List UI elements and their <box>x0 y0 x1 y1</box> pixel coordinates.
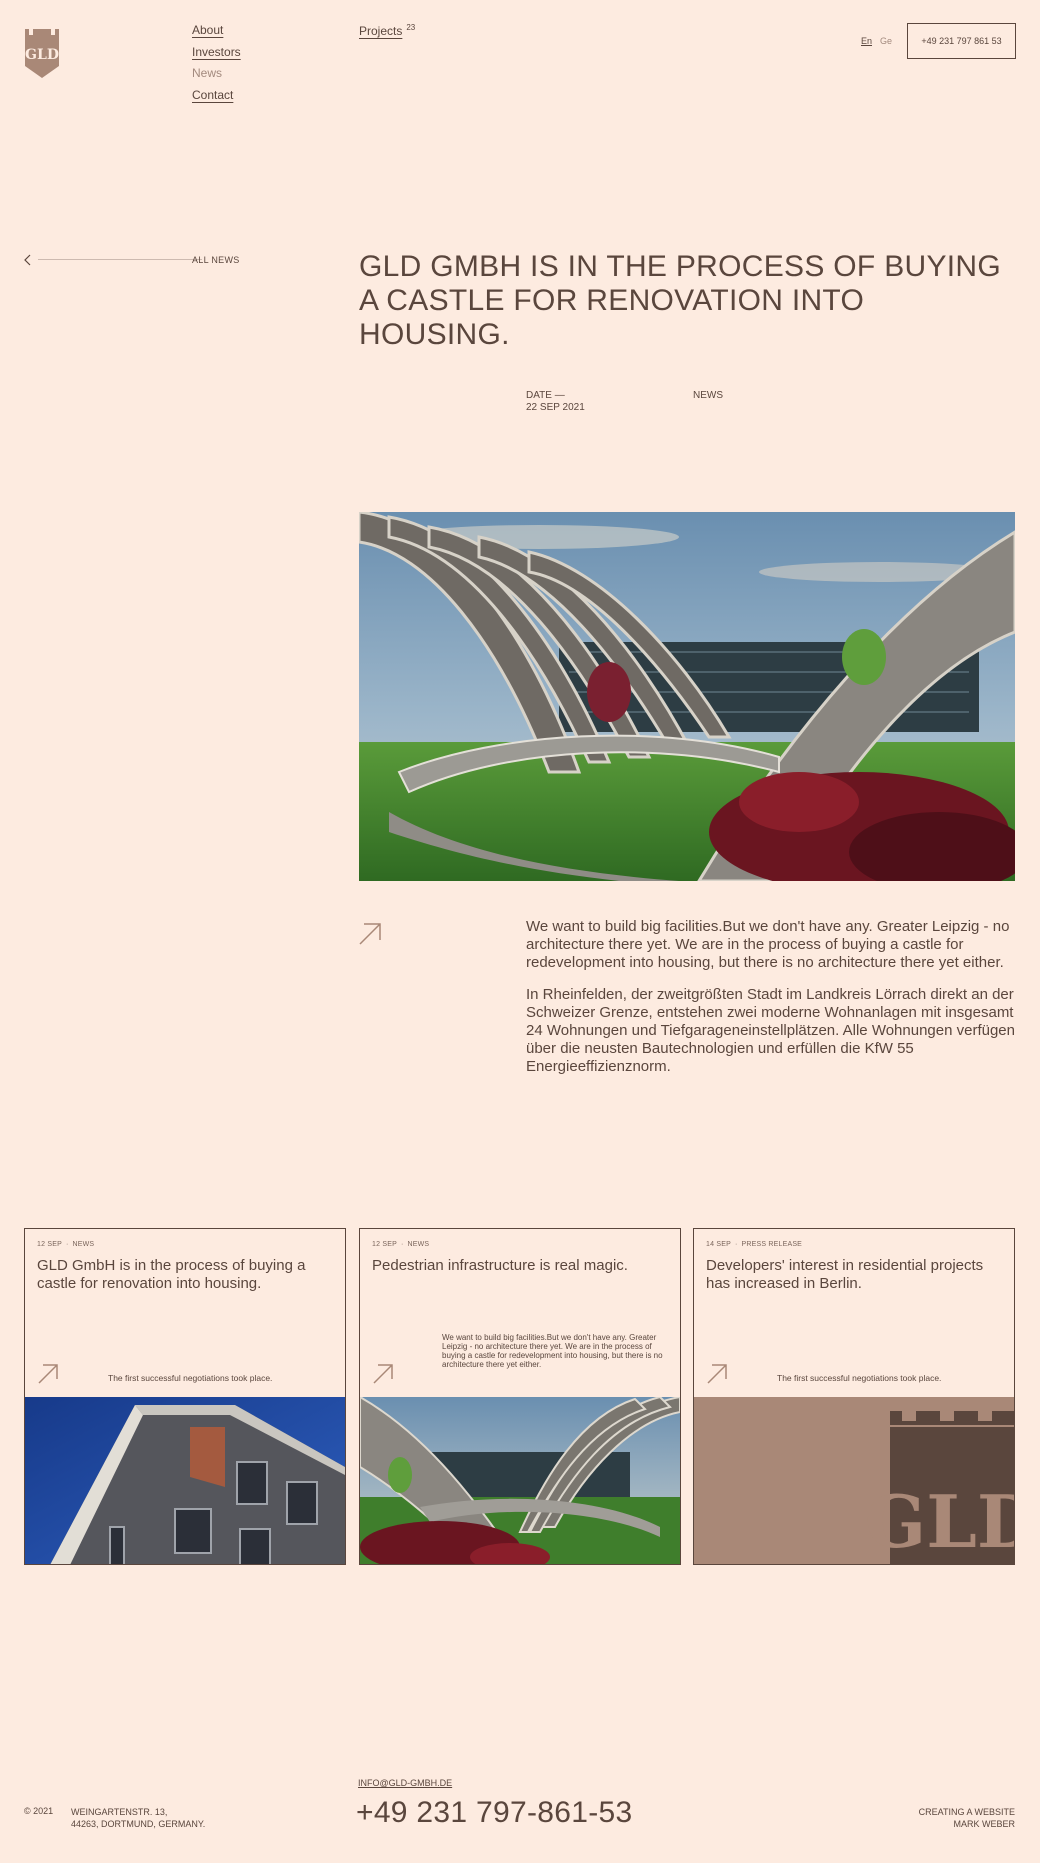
arrow-up-right-icon <box>373 1364 393 1384</box>
card-title: GLD GmbH is in the process of buying a c… <box>37 1257 306 1292</box>
nav-investors[interactable]: Investors <box>192 45 241 61</box>
article-title: GLD GMBH IS IN THE PROCESS OF BUYING A C… <box>359 250 1002 351</box>
card-date: 12 SEP <box>37 1241 62 1248</box>
date-label: DATE — <box>526 390 565 401</box>
card-meta: 12 SEP · NEWS <box>37 1241 95 1248</box>
main-nav: About Investors News Contact <box>192 23 241 103</box>
card-image: GLD <box>694 1397 1014 1564</box>
lang-ge[interactable]: Ge <box>880 36 892 46</box>
divider-line <box>38 259 202 260</box>
nav-news[interactable]: News <box>192 66 241 82</box>
footer-credit[interactable]: CREATING A WEBSITE MARK WEBER <box>880 1806 1015 1830</box>
footer-address: WEINGARTENSTR. 13, 44263, DORTMUND, GERM… <box>71 1806 205 1830</box>
hero-image <box>359 512 1015 881</box>
news-card[interactable]: 12 SEP · NEWS Pedestrian infrastructure is… <box>359 1228 681 1565</box>
news-card[interactable]: 12 SEP · NEWS GLD GmbH is in the process o… <box>24 1228 346 1565</box>
logo-text: GLD <box>25 47 59 63</box>
date-value: 22 SEP 2021 <box>526 402 585 413</box>
language-switcher: En Ge <box>861 36 892 46</box>
article-date: DATE — 22 SEP 2021 <box>526 390 585 414</box>
gld-logo[interactable]: GLD <box>24 29 60 79</box>
card-category: NEWS <box>72 1241 95 1248</box>
arrow-up-right-icon <box>359 923 381 945</box>
nav-projects[interactable]: Projects <box>359 24 402 38</box>
card-image <box>25 1397 345 1564</box>
card-meta: 12 SEP · NEWS <box>372 1241 430 1248</box>
card-category: PRESS RELEASE <box>741 1241 803 1248</box>
phone-button[interactable]: +49 231 797 861 53 <box>907 23 1016 59</box>
address-line: 44263, DORTMUND, GERMANY. <box>71 1819 206 1829</box>
all-news-label: ALL NEWS <box>192 255 240 265</box>
card-description: We want to build big facilities.But we d… <box>442 1333 663 1369</box>
chevron-left-icon <box>24 254 31 266</box>
article-body: We want to build big facilities.But we d… <box>526 918 1018 1076</box>
article-category: NEWS <box>693 390 723 401</box>
arrow-up-right-icon <box>38 1364 58 1384</box>
news-card[interactable]: 14 SEP · PRESS RELEASE Developers' interes… <box>693 1228 1015 1565</box>
card-logo-text: GLD <box>865 1479 1014 1564</box>
lang-en[interactable]: En <box>861 36 872 46</box>
footer-copyright: © 2021 <box>24 1806 54 1816</box>
card-description: The first successful negotiations took p… <box>108 1373 273 1383</box>
credit-line: CREATING A WEBSITE <box>918 1807 1015 1817</box>
card-category: NEWS <box>407 1241 430 1248</box>
projects-link-wrap: Projects 23 <box>359 23 415 38</box>
article-paragraph: We want to build big facilities.But we d… <box>526 918 1010 971</box>
card-title: Developers' interest in residential proj… <box>706 1257 984 1292</box>
projects-count: 23 <box>406 23 416 32</box>
article-paragraph: In Rheinfelden, der zweitgrößten Stadt i… <box>526 986 1015 1075</box>
card-date: 14 SEP <box>706 1241 731 1248</box>
card-title: Pedestrian infrastructure is real magic. <box>372 1257 628 1274</box>
card-meta: 14 SEP · PRESS RELEASE <box>706 1241 803 1248</box>
all-news-link[interactable]: ALL NEWS <box>24 254 240 266</box>
nav-about[interactable]: About <box>192 23 241 39</box>
footer-email-link[interactable]: INFO@GLD-GMBH.DE <box>358 1778 452 1788</box>
address-line: WEINGARTENSTR. 13, <box>71 1807 168 1817</box>
footer-phone[interactable]: +49 231 797-861-53 <box>356 1796 632 1830</box>
arrow-up-right-icon <box>707 1364 727 1384</box>
card-image <box>360 1397 680 1564</box>
credit-line: MARK WEBER <box>953 1819 1015 1829</box>
nav-contact[interactable]: Contact <box>192 88 241 104</box>
card-description: The first successful negotiations took p… <box>777 1373 942 1383</box>
card-date: 12 SEP <box>372 1241 397 1248</box>
